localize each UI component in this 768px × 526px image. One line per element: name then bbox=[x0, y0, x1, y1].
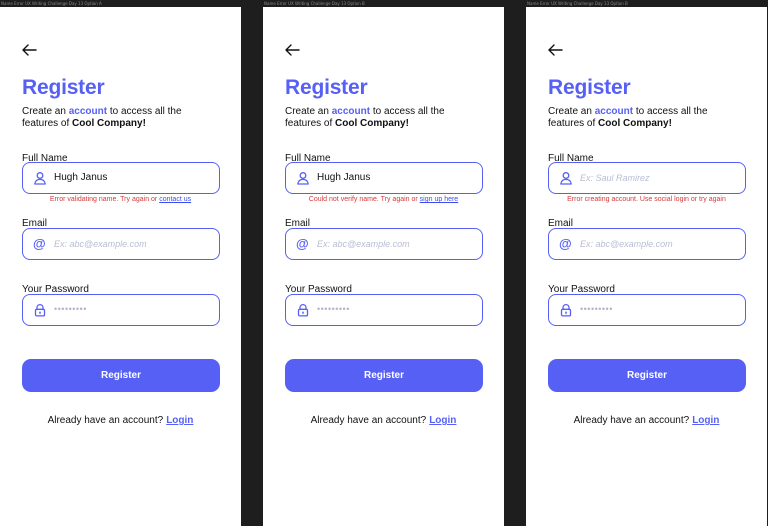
password-input[interactable]: ••••••••• bbox=[548, 294, 746, 326]
login-link[interactable]: Login bbox=[692, 415, 719, 426]
error-help-link[interactable]: contact us bbox=[159, 196, 191, 203]
name-value: Hugh Janus bbox=[317, 172, 371, 183]
error-help-link[interactable]: sign up here bbox=[420, 196, 459, 203]
arrow-left-icon bbox=[283, 44, 301, 63]
email-input[interactable]: @ Ex: abc@example.com bbox=[285, 228, 483, 260]
login-prompt: Already have an account? Login bbox=[526, 415, 767, 426]
frame-label: Name Error UX Writing Challenge Day 13 O… bbox=[1, 1, 102, 6]
name-placeholder: Ex: Saul Ramirez bbox=[580, 173, 650, 183]
name-error-message: Error creating account. Use social login… bbox=[526, 196, 767, 203]
login-link[interactable]: Login bbox=[429, 415, 456, 426]
password-mask: ••••••••• bbox=[317, 304, 350, 314]
subtitle-accent: account bbox=[331, 106, 371, 117]
password-mask: ••••••••• bbox=[580, 304, 613, 314]
company-name: Cool Company! bbox=[72, 117, 146, 129]
footer-text: Already have an account? bbox=[310, 415, 427, 426]
frame-label: Name Error UX Writing Challenge Day 13 O… bbox=[527, 1, 628, 6]
subtitle-accent: account bbox=[594, 106, 634, 117]
error-text: Error creating account. Use social login… bbox=[567, 196, 726, 203]
email-placeholder: Ex: abc@example.com bbox=[580, 239, 673, 249]
email-input[interactable]: @ Ex: abc@example.com bbox=[548, 228, 746, 260]
full-name-input[interactable]: Ex: Saul Ramirez bbox=[548, 162, 746, 194]
arrow-left-icon bbox=[546, 44, 564, 63]
page-subtitle: Create an account to access all the feat… bbox=[22, 106, 212, 129]
full-name-input[interactable]: Hugh Janus bbox=[22, 162, 220, 194]
arrow-left-icon bbox=[20, 44, 38, 63]
login-prompt: Already have an account? Login bbox=[0, 415, 241, 426]
user-icon bbox=[296, 171, 310, 185]
page-subtitle: Create an account to access all the feat… bbox=[548, 106, 738, 129]
name-value: Hugh Janus bbox=[54, 172, 108, 183]
page-subtitle: Create an account to access all the feat… bbox=[285, 106, 475, 129]
lock-icon bbox=[33, 303, 47, 317]
subtitle-accent: account bbox=[68, 106, 108, 117]
subtitle-text: Create an bbox=[548, 106, 595, 117]
password-input[interactable]: ••••••••• bbox=[22, 294, 220, 326]
lock-icon bbox=[559, 303, 573, 317]
back-button[interactable] bbox=[546, 41, 564, 59]
register-screen: Register Create an account to access all … bbox=[0, 7, 241, 526]
at-sign-icon: @ bbox=[296, 236, 309, 251]
error-text: Could not verify name. Try again or bbox=[308, 196, 420, 203]
email-placeholder: Ex: abc@example.com bbox=[317, 239, 410, 249]
password-mask: ••••••••• bbox=[54, 304, 87, 314]
subtitle-text: Create an bbox=[285, 106, 332, 117]
register-button[interactable]: Register bbox=[22, 359, 220, 392]
register-screen: Register Create an account to access all … bbox=[526, 7, 767, 526]
footer-text: Already have an account? bbox=[47, 415, 164, 426]
footer-text: Already have an account? bbox=[573, 415, 690, 426]
user-icon bbox=[559, 171, 573, 185]
register-button[interactable]: Register bbox=[548, 359, 746, 392]
error-text: Error validating name. Try again or bbox=[49, 196, 160, 203]
company-name: Cool Company! bbox=[335, 117, 409, 129]
password-input[interactable]: ••••••••• bbox=[285, 294, 483, 326]
page-title: Register bbox=[22, 76, 105, 99]
back-button[interactable] bbox=[20, 41, 38, 59]
login-link[interactable]: Login bbox=[166, 415, 193, 426]
subtitle-text: Create an bbox=[22, 106, 69, 117]
page-title: Register bbox=[548, 76, 631, 99]
name-error-message: Error validating name. Try again or cont… bbox=[0, 196, 241, 203]
user-icon bbox=[33, 171, 47, 185]
company-name: Cool Company! bbox=[598, 117, 672, 129]
login-prompt: Already have an account? Login bbox=[263, 415, 504, 426]
page-title: Register bbox=[285, 76, 368, 99]
email-input[interactable]: @ Ex: abc@example.com bbox=[22, 228, 220, 260]
at-sign-icon: @ bbox=[33, 236, 46, 251]
register-screen: Register Create an account to access all … bbox=[263, 7, 504, 526]
full-name-input[interactable]: Hugh Janus bbox=[285, 162, 483, 194]
register-button[interactable]: Register bbox=[285, 359, 483, 392]
at-sign-icon: @ bbox=[559, 236, 572, 251]
name-error-message: Could not verify name. Try again or sign… bbox=[263, 196, 504, 203]
lock-icon bbox=[296, 303, 310, 317]
email-placeholder: Ex: abc@example.com bbox=[54, 239, 147, 249]
back-button[interactable] bbox=[283, 41, 301, 59]
frame-label: Name Error UX Writing Challenge Day 13 O… bbox=[264, 1, 365, 6]
